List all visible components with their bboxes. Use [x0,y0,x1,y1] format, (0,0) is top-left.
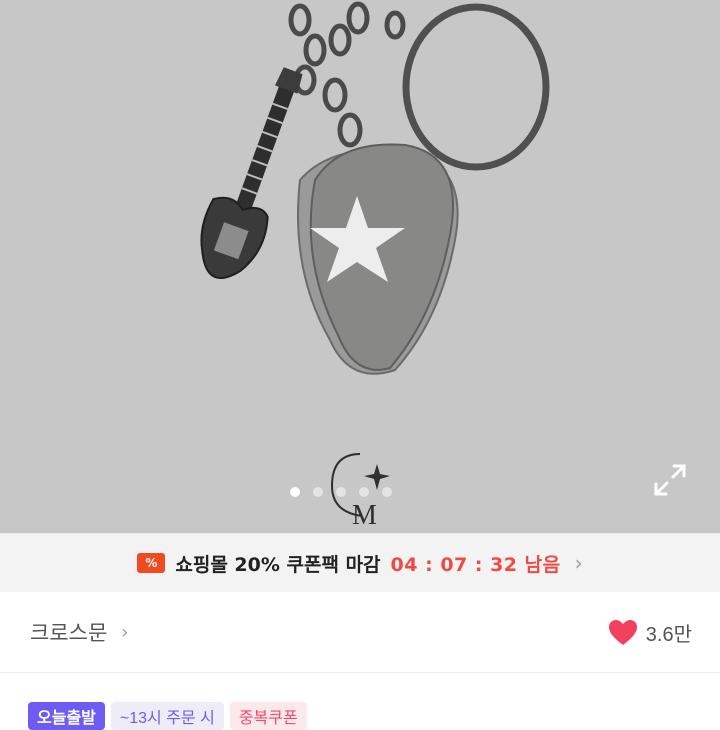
seller-row: 크로스문 › 3.6만 [0,592,720,672]
coupon-ticket-icon: % [137,553,166,573]
like-button[interactable]: 3.6만 [608,618,692,647]
coupon-timer: 04 : 07 : 32 남음 [390,553,561,576]
coupon-banner[interactable]: % 쇼핑몰 20% 쿠폰팩 마감 04 : 07 : 32 남음 › [0,533,720,592]
coupon-text: 쇼핑몰 20% 쿠폰팩 마감 [175,553,381,576]
carousel-dot[interactable] [290,487,300,497]
seller-name-link[interactable]: 크로스문 [30,617,107,647]
carousel-dot[interactable] [359,487,369,497]
like-count: 3.6만 [645,624,692,646]
carousel-dot[interactable] [313,487,323,497]
expand-icon[interactable] [652,462,688,498]
chevron-right-icon: › [574,551,583,575]
tag-order-cutoff: ~13시 주문 시 [110,702,224,730]
chevron-right-icon: › [121,621,129,643]
tag-duplicate-coupon: 중복쿠폰 [229,702,307,730]
carousel-dot[interactable] [382,487,392,497]
carousel-indicator [290,487,392,497]
product-image-carousel[interactable]: M [0,0,720,533]
svg-text:M: M [352,500,377,528]
tag-today-delivery: 오늘출발 [28,702,105,730]
delivery-tags: 오늘출발 ~13시 주문 시 중복쿠폰 [28,702,307,730]
carousel-dot[interactable] [336,487,346,497]
heart-icon [608,619,637,645]
divider [0,672,720,673]
